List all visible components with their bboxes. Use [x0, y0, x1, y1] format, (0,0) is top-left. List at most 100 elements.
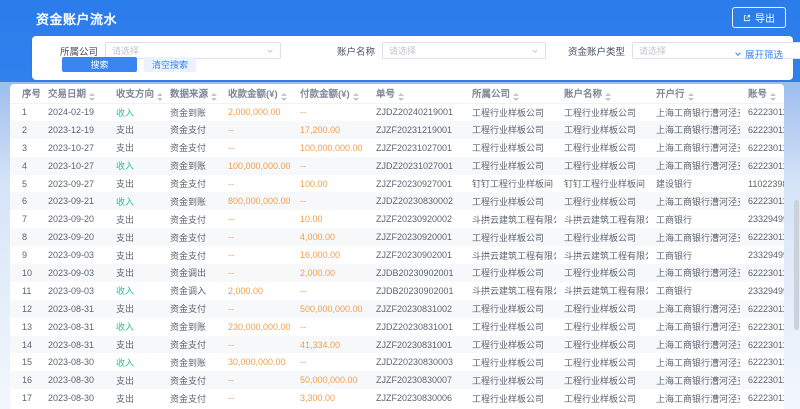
export-icon [743, 14, 751, 22]
table-row: 132023-08-31收入资金到账230,000,000.00--ZJDZ20… [10, 318, 784, 336]
cell-order_no: ZJZF20230920002 [368, 210, 464, 228]
cell-company: 工程行业样板公司 [464, 371, 556, 389]
column-header-label: 交易日期 [48, 89, 86, 100]
cell-account_name: 工程行业样板公司 [556, 264, 648, 282]
sort-carets-icon[interactable] [770, 93, 776, 101]
cell-company: 工程行业样板公司 [464, 157, 556, 175]
cell-order_no: ZJDB20230902001 [368, 264, 464, 282]
cell-source: 资金支付 [162, 210, 220, 228]
expand-filters-link[interactable]: 展开筛选 [734, 47, 783, 61]
search-button[interactable]: 搜索 [62, 57, 137, 72]
cell-pay: 100,000,000.00 [292, 139, 368, 157]
cell-bank: 工商银行 [648, 210, 740, 228]
cell-source: 资金支付 [162, 389, 220, 407]
cell-pay: 2,000.00 [292, 264, 368, 282]
page-title: 资金账户流水 [36, 9, 117, 28]
cell-direction: 支出 [108, 121, 162, 139]
cell-no: 4 [10, 157, 40, 175]
cell-source: 资金到账 [162, 103, 220, 121]
cell-company: 工程行业样板公司 [464, 336, 556, 354]
cell-date: 2023-09-20 [40, 210, 108, 228]
cell-no: 10 [10, 264, 40, 282]
column-header-pay[interactable]: 付款金额(¥) [292, 84, 368, 103]
cell-source: 资金调出 [162, 264, 220, 282]
column-header-source[interactable]: 数据来源 [162, 84, 220, 103]
cell-no: 7 [10, 210, 40, 228]
cell-no: 11 [10, 282, 40, 300]
company-select-placeholder: 请选择 [112, 44, 139, 57]
cell-direction: 收入 [108, 103, 162, 121]
cell-company: 工程行业样板公司 [464, 121, 556, 139]
cell-order_no: ZJZF20230831001 [368, 336, 464, 354]
cell-company: 工程行业样板公司 [464, 353, 556, 371]
cell-date: 2023-09-03 [40, 264, 108, 282]
sort-carets-icon[interactable] [353, 93, 359, 101]
cell-order_no: ZJZF20230920001 [368, 228, 464, 246]
sort-carets-icon[interactable] [211, 93, 217, 101]
column-header-label: 所属公司 [472, 89, 510, 100]
sort-carets-icon[interactable] [398, 93, 404, 101]
column-header-account_no[interactable]: 账号 [740, 84, 784, 103]
column-header-label: 账户名称 [564, 89, 602, 100]
sort-carets-icon[interactable] [605, 93, 611, 101]
cell-account_no: 622230111 [740, 157, 784, 175]
cell-account_name: 工程行业样板公司 [556, 228, 648, 246]
cell-source: 资金到账 [162, 157, 220, 175]
cell-order_no: ZJDZ20230830002 [368, 192, 464, 210]
cell-account_name: 工程行业样板公司 [556, 103, 648, 121]
cell-direction: 支出 [108, 389, 162, 407]
cell-company: 斗拱云建筑工程有限公司 [464, 282, 556, 300]
sort-carets-icon[interactable] [688, 93, 694, 101]
cell-order_no: ZJZF20230830007 [368, 371, 464, 389]
cell-receive: 2,000.00 [220, 282, 292, 300]
cell-pay: -- [292, 157, 368, 175]
cell-no: 8 [10, 228, 40, 246]
cell-pay: 41,334.00 [292, 336, 368, 354]
cell-date: 2023-09-03 [40, 246, 108, 264]
clear-search-button[interactable]: 清空搜索 [144, 57, 196, 72]
column-header-company[interactable]: 所属公司 [464, 84, 556, 103]
cell-no: 9 [10, 246, 40, 264]
cell-account_name: 工程行业样板公司 [556, 192, 648, 210]
cell-no: 16 [10, 371, 40, 389]
cell-source: 资金支付 [162, 139, 220, 157]
sort-carets-icon[interactable] [513, 93, 519, 101]
cell-pay: -- [292, 282, 368, 300]
account-type-select-placeholder: 请选择 [639, 44, 666, 57]
column-header-direction[interactable]: 收支方向 [108, 84, 162, 103]
filter-panel: 所属公司 请选择 账户名称 请选择 资金账户类型 请选择 展开筛选 搜索 清空搜… [32, 36, 793, 80]
cell-date: 2023-08-31 [40, 318, 108, 336]
column-header-bank[interactable]: 开户行 [648, 84, 740, 103]
cell-receive: -- [220, 336, 292, 354]
account-name-select[interactable]: 请选择 [382, 42, 546, 59]
column-header-order_no[interactable]: 单号 [368, 84, 464, 103]
cell-pay: 3,300.00 [292, 389, 368, 407]
column-header-receive[interactable]: 收款金额(¥) [220, 84, 292, 103]
cell-order_no: ZJDB20230902001 [368, 282, 464, 300]
cell-date: 2023-08-31 [40, 300, 108, 318]
cell-bank: 上海工商银行漕河泾支行 [648, 192, 740, 210]
export-button-label: 导出 [755, 10, 775, 25]
cell-date: 2023-12-19 [40, 121, 108, 139]
cell-pay: 10.00 [292, 210, 368, 228]
cell-account_no: 622230111 [740, 300, 784, 318]
cell-receive: -- [220, 264, 292, 282]
window-scrollbar[interactable] [794, 200, 799, 330]
cell-receive: -- [220, 210, 292, 228]
sort-carets-icon[interactable] [157, 93, 162, 101]
cell-source: 资金支付 [162, 246, 220, 264]
cell-account_name: 工程行业样板公司 [556, 371, 648, 389]
export-button[interactable]: 导出 [732, 7, 786, 28]
cell-bank: 上海工商银行漕河泾支行 [648, 336, 740, 354]
sort-carets-icon[interactable] [89, 93, 95, 101]
sort-carets-icon[interactable] [281, 93, 287, 101]
cell-source: 资金到账 [162, 192, 220, 210]
cell-direction: 支出 [108, 139, 162, 157]
column-header-account_name[interactable]: 账户名称 [556, 84, 648, 103]
table-row: 142023-08-31支出资金支付--41,334.00ZJZF2023083… [10, 336, 784, 354]
column-header-date[interactable]: 交易日期 [40, 84, 108, 103]
cell-account_name: 工程行业样板公司 [556, 300, 648, 318]
cell-account_no: 622230111 [740, 103, 784, 121]
table-row: 172023-08-30支出资金支付--3,300.00ZJZF20230830… [10, 389, 784, 407]
column-header-label: 序号 [22, 89, 40, 100]
